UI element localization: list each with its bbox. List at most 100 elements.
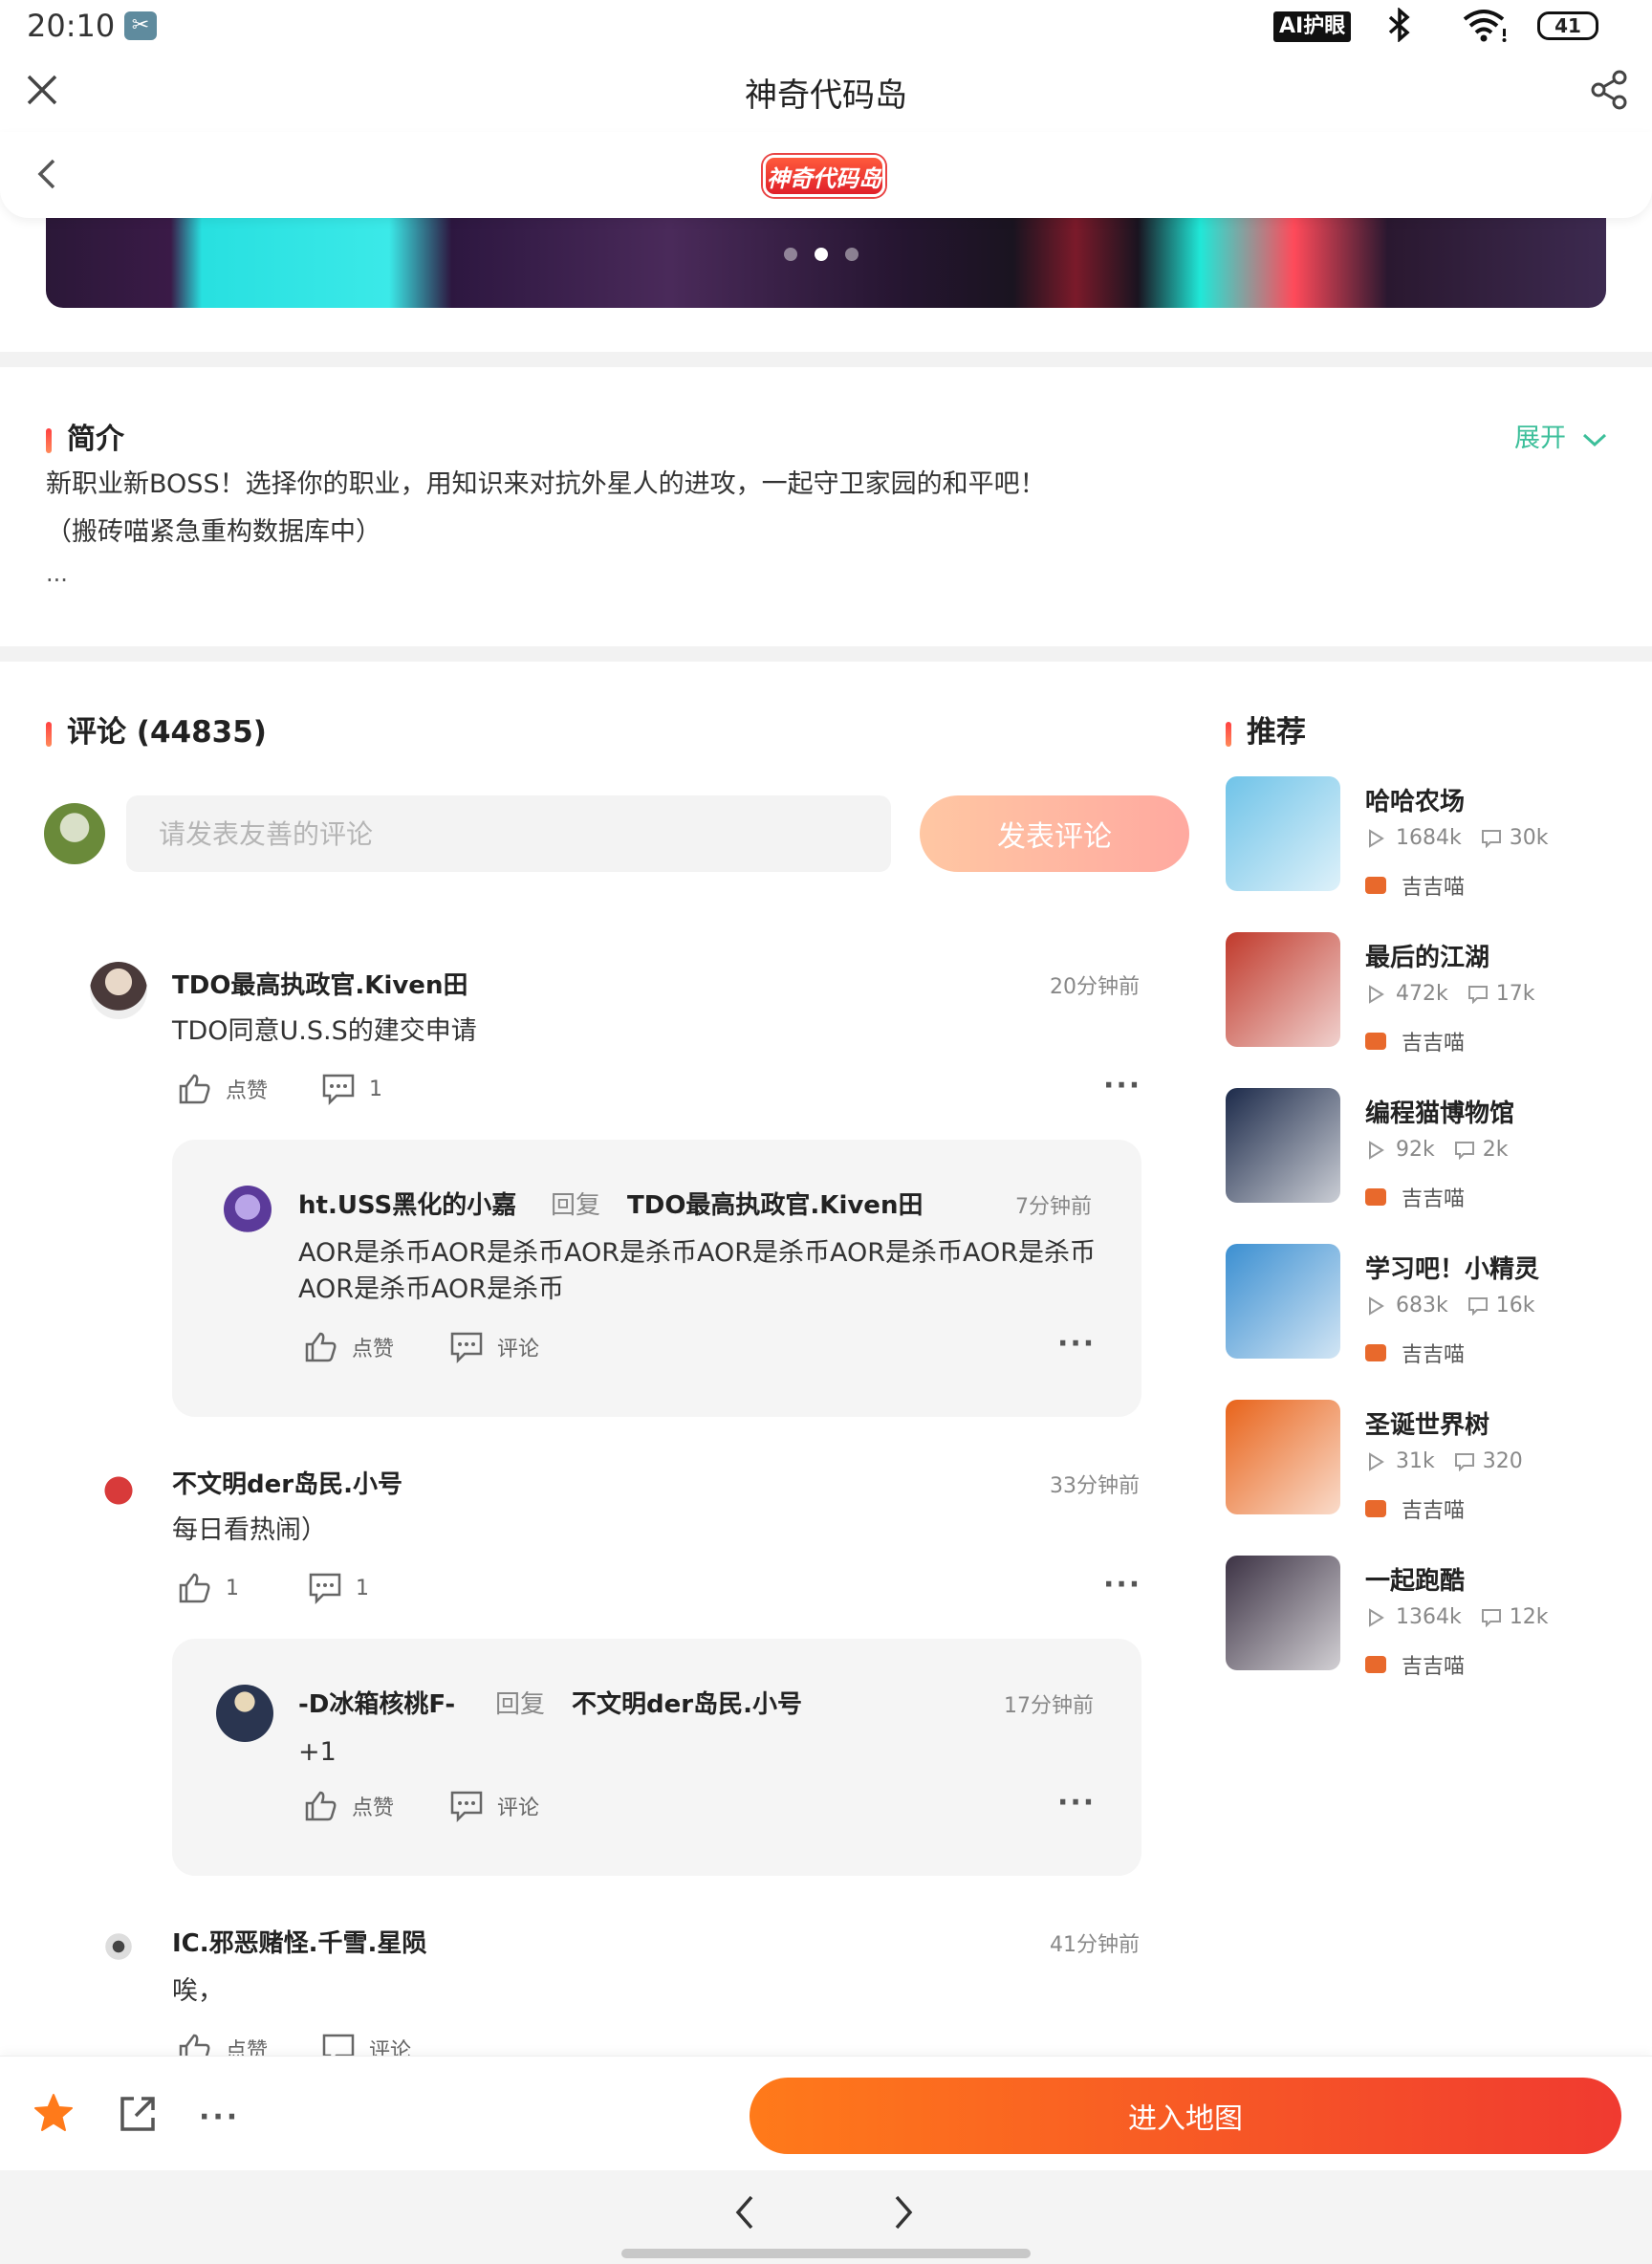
share-icon (1591, 70, 1627, 110)
game-stats: 1364k 12k (1365, 1605, 1548, 1629)
more-options-button[interactable]: ··· (1057, 1786, 1096, 1819)
comment-icon (1481, 829, 1501, 848)
author-avatar (1365, 1656, 1386, 1673)
play-count: 683k (1396, 1294, 1448, 1317)
comment-author[interactable]: IC.邪恶赌怪.千雪.星陨 (172, 1924, 426, 1959)
section-divider (0, 646, 1652, 662)
more-options-button[interactable]: ··· (1057, 1327, 1096, 1361)
comment-count: 30k (1509, 826, 1549, 850)
reply-text: AOR是杀币AOR是杀币AOR是杀币AOR是杀币AOR是杀币AOR是杀币 (298, 1238, 1097, 1268)
recommend-item[interactable]: 一起跑酷 1364k 12k 吉吉喵 (1226, 1556, 1627, 1680)
reply-count-button[interactable]: 1 (321, 1073, 382, 1105)
comment-author[interactable]: TDO最高执政官.Kiven田 (172, 966, 467, 1001)
expand-button[interactable]: 展开 (1514, 417, 1609, 454)
carousel-dot[interactable] (784, 248, 797, 261)
reply-word: 回复 (495, 1690, 546, 1719)
comment-input[interactable] (126, 795, 891, 872)
recommend-item[interactable]: 圣诞世界树 31k 320 吉吉喵 (1226, 1400, 1627, 1524)
author-avatar (1365, 1188, 1386, 1206)
reply-author[interactable]: ht.USS黑化的小嘉 (298, 1186, 516, 1221)
like-button[interactable]: 点赞 (304, 1331, 394, 1363)
author-avatar (1365, 1344, 1386, 1361)
reply-count-button[interactable]: 1 (308, 1572, 369, 1604)
author-name: 吉吉喵 (1402, 1499, 1466, 1523)
game-thumbnail (1226, 1244, 1340, 1359)
comment-text: TDO同意U.S.S的建交申请 (172, 1016, 477, 1046)
avatar[interactable] (90, 1459, 147, 1516)
like-button[interactable]: 点赞 (304, 1790, 394, 1822)
game-name: 哈哈农场 (1365, 788, 1466, 816)
recommend-item[interactable]: 编程猫博物馆 92k 2k 吉吉喵 (1226, 1088, 1627, 1212)
favorite-button[interactable] (33, 2093, 75, 2137)
comment-count: 2k (1482, 1138, 1509, 1162)
game-name: 编程猫博物馆 (1365, 1099, 1515, 1128)
reply-target[interactable]: 不文明der岛民.小号 (572, 1685, 802, 1720)
comment-icon (1454, 1141, 1474, 1160)
play-icon (1369, 1607, 1384, 1627)
ai-eye-care-badge: AI护眼 (1273, 11, 1352, 42)
comment-count: 16k (1495, 1294, 1535, 1317)
comments-heading: 评论 (44835) (46, 708, 267, 751)
back-button[interactable] (31, 155, 65, 193)
avatar[interactable] (96, 1924, 141, 1970)
more-options-button[interactable]: ··· (1103, 1568, 1141, 1601)
comment-count: 17k (1495, 982, 1535, 1006)
reply-box: -D冰箱核桃F- 回复 不文明der岛民.小号 17分钟前 +1 点赞 评论 ·… (172, 1639, 1141, 1876)
like-button[interactable]: 点赞 (178, 1073, 268, 1105)
game-name: 圣诞世界树 (1365, 1411, 1490, 1440)
nav-back-button[interactable] (727, 2191, 765, 2237)
reply-box: ht.USS黑化的小嘉 回复 TDO最高执政官.Kiven田 7分钟前 AOR是… (172, 1140, 1141, 1417)
author-avatar (1365, 1033, 1386, 1050)
like-button[interactable]: 1 (178, 1572, 239, 1604)
author-name: 吉吉喵 (1402, 1343, 1466, 1367)
chevron-left-icon (735, 2195, 753, 2230)
open-external-button[interactable] (117, 2093, 159, 2139)
recommend-item[interactable]: 最后的江湖 472k 17k 吉吉喵 (1226, 932, 1627, 1056)
intro-text: 新职业新BOSS！选择你的职业，用知识来对抗外星人的进攻，一起守卫家园的和平吧！ (46, 469, 1046, 499)
page-title: 神奇代码岛 (745, 76, 907, 115)
bottom-action-bar: ··· 进入地图 (0, 2056, 1652, 2170)
more-button[interactable]: ··· (199, 2101, 240, 2134)
comment-author[interactable]: 不文明der岛民.小号 (172, 1465, 402, 1500)
game-stats: 683k 16k (1365, 1294, 1534, 1317)
reply-author[interactable]: -D冰箱核桃F- (298, 1685, 455, 1720)
external-link-icon (120, 2097, 155, 2131)
recommend-item[interactable]: 学习吧！小精灵 683k 16k 吉吉喵 (1226, 1244, 1627, 1368)
comment-button[interactable]: 评论 (449, 1790, 539, 1822)
game-author: 吉吉喵 (1365, 1026, 1465, 1056)
play-icon (1369, 1295, 1384, 1316)
reply-target[interactable]: TDO最高执政官.Kiven田 (627, 1186, 923, 1221)
enter-map-button[interactable]: 进入地图 (750, 2078, 1621, 2154)
comment-button[interactable]: 评论 (449, 1331, 539, 1363)
wifi-icon (1461, 8, 1511, 48)
more-options-button[interactable]: ··· (1103, 1069, 1141, 1102)
battery-indicator: 41 (1537, 11, 1598, 40)
carousel-dot[interactable] (845, 248, 859, 261)
reply-text: +1 (298, 1737, 337, 1767)
chevron-right-icon (895, 2195, 913, 2230)
author-avatar (1365, 877, 1386, 894)
avatar[interactable] (224, 1186, 272, 1233)
reply-word: 回复 (551, 1191, 601, 1220)
carousel-dot-active[interactable] (815, 248, 828, 261)
game-thumbnail (1226, 1556, 1340, 1670)
author-avatar (1365, 1500, 1386, 1517)
recommend-item[interactable]: 哈哈农场 1684k 30k 吉吉喵 (1226, 776, 1627, 901)
nav-forward-button[interactable] (883, 2191, 922, 2237)
share-button[interactable] (1587, 67, 1633, 113)
app-notification-icon: ✂ (124, 11, 157, 40)
post-comment-button[interactable]: 发表评论 (920, 795, 1189, 872)
avatar[interactable] (90, 962, 147, 1019)
play-count: 1684k (1396, 826, 1462, 850)
play-count: 472k (1396, 982, 1448, 1006)
game-author: 吉吉喵 (1365, 1493, 1465, 1524)
home-indicator[interactable] (621, 2249, 1031, 2258)
comment-time: 33分钟前 (1050, 1474, 1140, 1498)
play-icon (1369, 828, 1384, 848)
comment-time: 41分钟前 (1050, 1933, 1140, 1957)
avatar[interactable] (216, 1685, 273, 1742)
thumbs-up-icon (305, 1791, 337, 1821)
comment-text: 每日看热闹） (172, 1515, 327, 1545)
reply-text: AOR是杀币AOR是杀币 (298, 1274, 565, 1304)
inner-header: 神奇代码岛 (0, 132, 1652, 218)
